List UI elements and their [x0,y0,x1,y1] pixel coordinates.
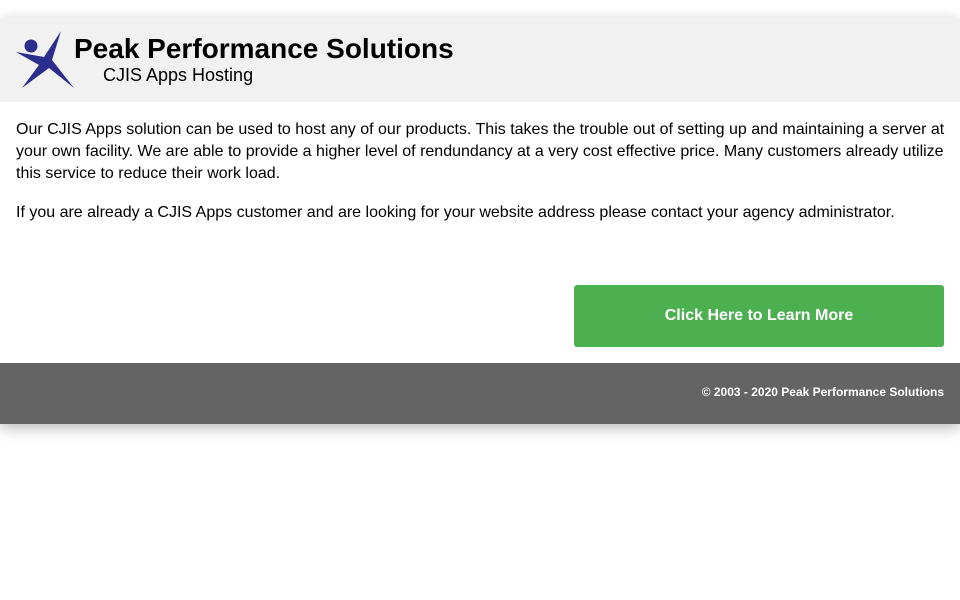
intro-paragraph: Our CJIS Apps solution can be used to ho… [16,121,945,182]
header: Peak Performance Solutions CJIS Apps Hos… [0,18,960,102]
company-name: Peak Performance Solutions [74,33,454,64]
customer-paragraph: If you are already a CJIS Apps customer … [16,204,895,221]
leaping-figure-logo-icon [16,31,74,88]
page-card: Peak Performance Solutions CJIS Apps Hos… [0,18,960,424]
footer: © 2003 - 2020 Peak Performance Solutions [0,363,960,424]
copyright-text: © 2003 - 2020 Peak Performance Solutions [701,385,944,399]
main-content: Our CJIS Apps solution can be used to ho… [16,119,946,241]
app-subtitle: CJIS Apps Hosting [103,65,254,85]
learn-more-button[interactable]: Click Here to Learn More [574,285,944,347]
